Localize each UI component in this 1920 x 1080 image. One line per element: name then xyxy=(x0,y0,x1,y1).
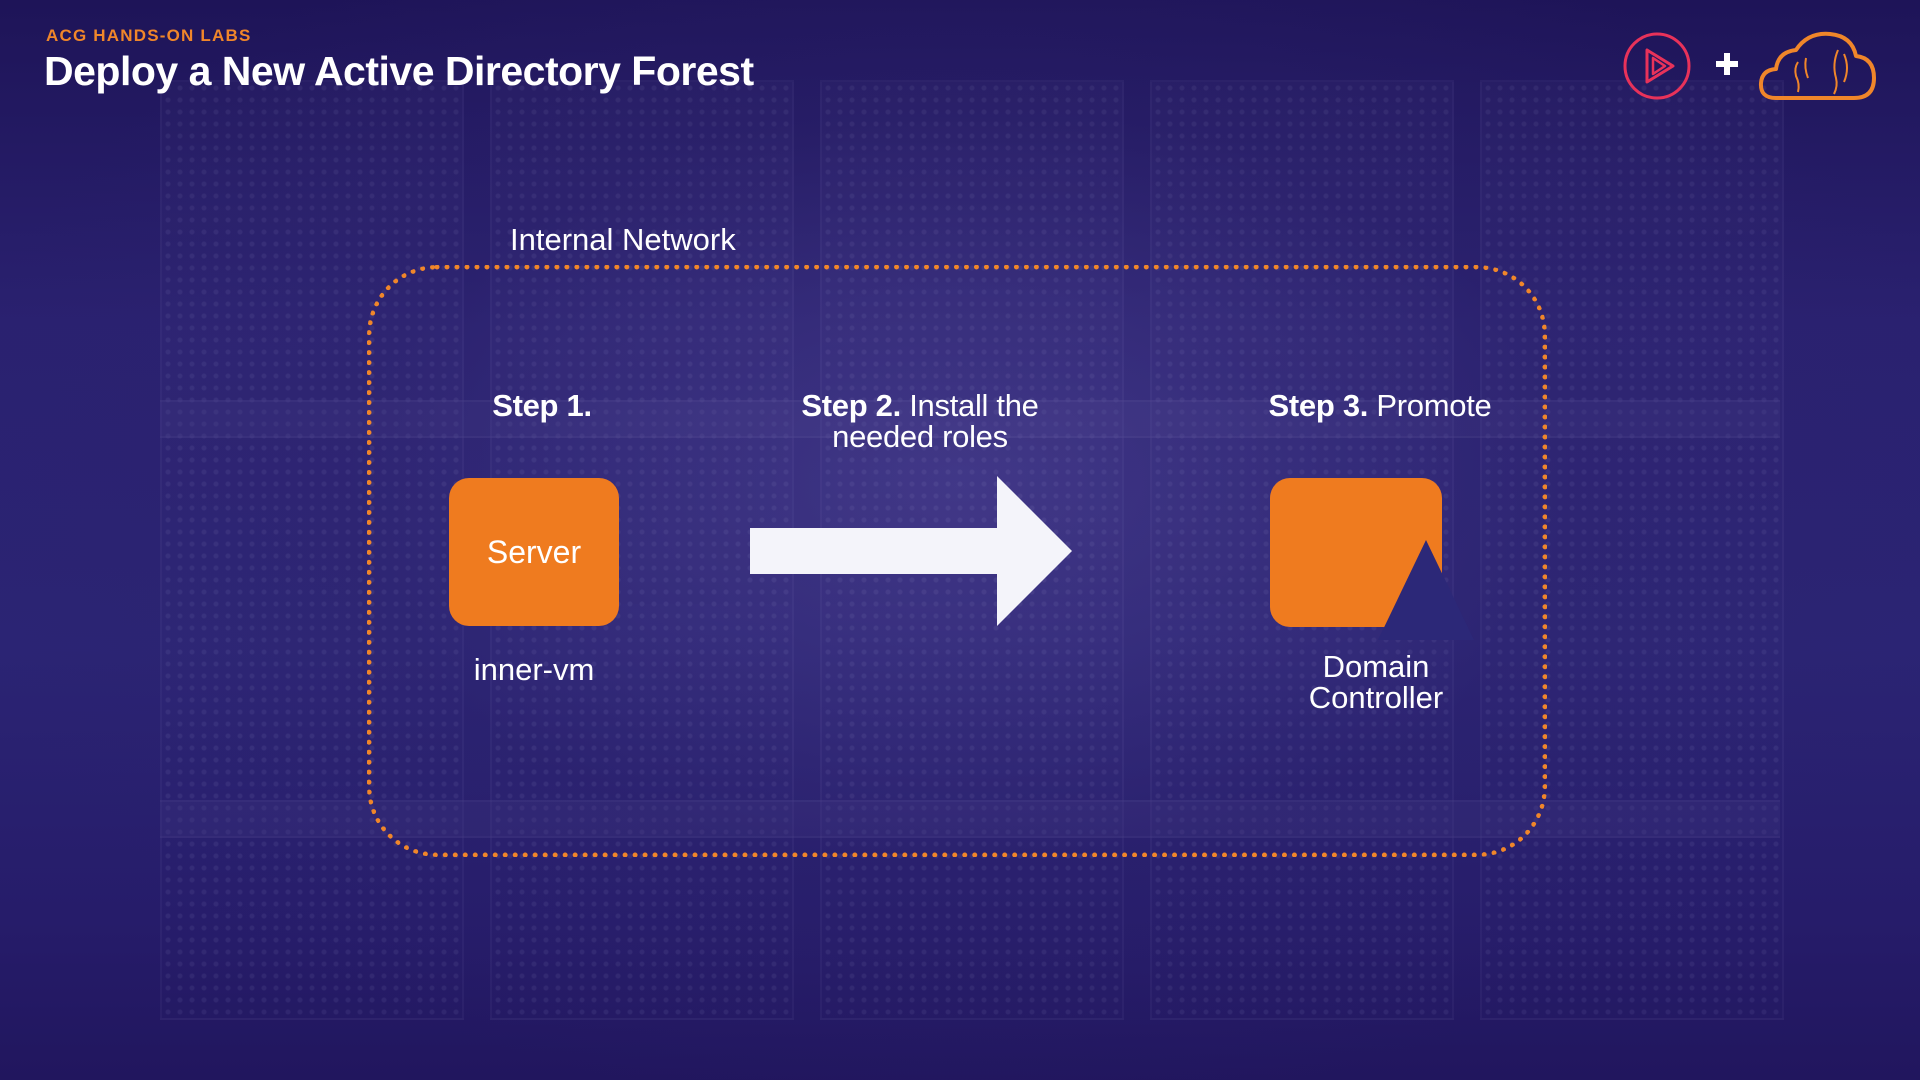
domain-controller-caption-line2: Controller xyxy=(1308,680,1444,715)
server-caption: inner-vm xyxy=(473,652,595,687)
step-2-text: Install the xyxy=(909,388,1039,423)
section-eyebrow: ACG HANDS-ON LABS xyxy=(46,26,252,45)
server-label: Server xyxy=(486,533,582,570)
cloud-logo-icon xyxy=(1758,31,1876,100)
step-3-label: Step 3. Promote xyxy=(1230,390,1530,421)
step-3-number: Step 3. xyxy=(1268,388,1369,423)
triangle-icon xyxy=(1378,540,1474,640)
domain-controller-caption-line1: Domain xyxy=(1322,649,1430,684)
step-1-number: Step 1. xyxy=(492,388,592,423)
right-arrow-icon xyxy=(750,476,1072,626)
internal-network-label: Internal Network xyxy=(510,222,736,257)
step-2-text-line2: needed roles xyxy=(832,419,1008,454)
step-2-number: Step 2. xyxy=(801,388,901,423)
step-3-text: Promote xyxy=(1376,388,1492,423)
page-title: Deploy a New Active Directory Forest xyxy=(44,48,754,94)
server-node: Server xyxy=(449,478,619,626)
play-logo-icon xyxy=(1623,32,1691,100)
step-2-label: Step 2. Install the needed roles xyxy=(770,390,1070,452)
domain-controller-caption: Domain Controller xyxy=(1226,651,1526,713)
plus-icon xyxy=(1716,53,1738,75)
step-1-label: Step 1. xyxy=(442,390,642,421)
